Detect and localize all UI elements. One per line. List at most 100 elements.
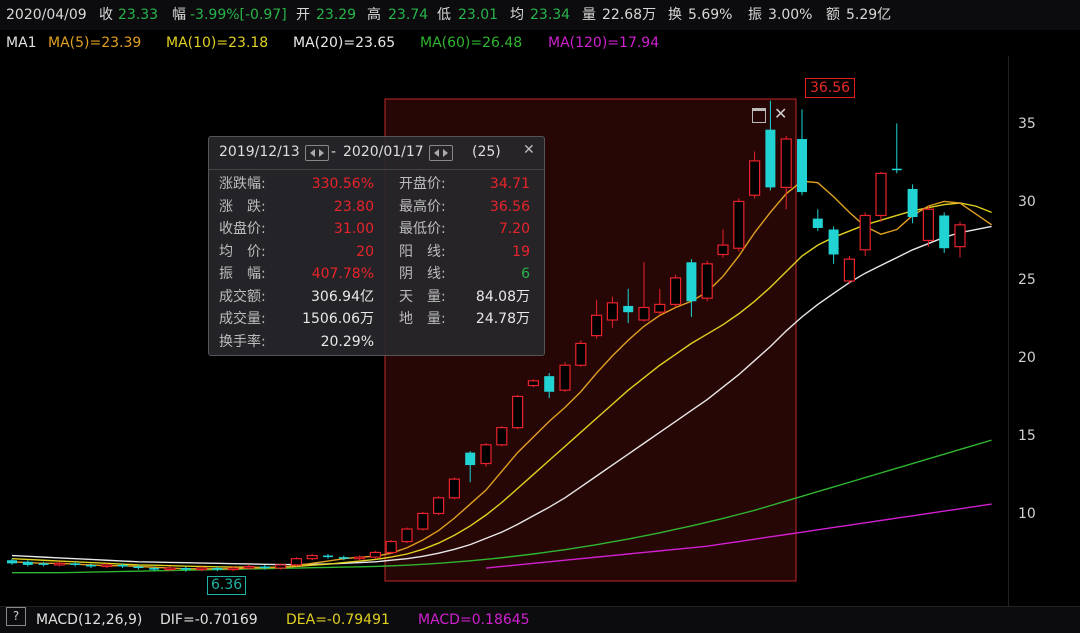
candle-body [259,566,270,569]
candle-body [669,277,682,306]
macd-value: MACD=0.18645 [418,612,530,628]
macd-bar: ? MACD(12,26,9) DIF=-0.70169 DEA=-0.7949… [0,606,1080,633]
candle-body [480,444,492,465]
candle-body [812,218,823,228]
candle[interactable] [843,256,856,285]
candle[interactable] [797,109,807,196]
stats-value: 36.56 [489,198,530,215]
start-date-stepper[interactable] [305,145,329,161]
candle[interactable] [306,554,318,561]
candle-body [275,564,287,569]
stats-label: 地 量: [399,311,446,327]
stats-row: 涨 跌: 23.80 最高价: 36.56 [209,196,544,218]
range-stats-popup: 2019/12/13 - 2020/01/17 (25) ✕ 涨跌幅: 330.5… [208,136,545,356]
candle[interactable] [701,260,713,302]
macd-indicator-name[interactable]: MACD(12,26,9) [36,607,142,633]
high-value: 23.74 [388,7,429,23]
stats-value: 24.78万 [475,311,530,327]
candle[interactable] [323,554,333,559]
candle[interactable] [433,496,445,515]
candle-body [117,564,128,567]
candle-body [939,215,950,249]
candle-body [306,554,318,560]
candle[interactable] [527,379,540,388]
candle[interactable] [480,443,492,467]
candle-body [748,160,761,196]
candle[interactable] [559,362,571,392]
help-button[interactable]: ? [6,607,26,626]
candle[interactable] [496,426,508,447]
maximize-icon[interactable] [752,108,766,123]
y-tick-25: 25 [1018,272,1036,288]
candle[interactable] [369,550,381,559]
selection-controls: ✕ [752,104,792,124]
candle[interactable] [448,477,460,500]
candle-body [843,258,856,282]
candle[interactable] [891,123,902,174]
stats-label: 换手率: [219,333,266,350]
candle-body [149,568,160,570]
candle[interactable] [53,561,66,567]
end-date[interactable]: 2020/01/17 [343,144,424,160]
candle-body [101,564,113,568]
candle-body [559,364,571,391]
y-tick-30: 30 [1018,194,1036,210]
candle[interactable] [575,340,587,367]
candle[interactable] [385,539,397,554]
stats-row: 换手率: 20.29% [209,331,544,353]
open-label: 开 [296,7,310,23]
candle[interactable] [22,560,33,567]
close-icon[interactable]: ✕ [774,104,787,123]
candle-body [401,528,413,543]
candle[interactable] [859,212,871,257]
stats-value: 19 [512,243,530,260]
candle[interactable] [922,206,935,247]
candle[interactable] [417,511,429,531]
candle[interactable] [733,198,745,252]
candle[interactable] [812,209,823,232]
ma20-value: MA(20)=23.65 [293,35,396,51]
candle[interactable] [828,226,839,264]
popup-close-icon[interactable]: ✕ [523,142,535,158]
close-value: 23.33 [118,7,159,23]
candle-body [954,224,966,248]
ma-group-name[interactable]: MA1 [6,30,37,56]
candle[interactable] [954,221,966,258]
candle[interactable] [669,274,682,308]
stats-label: 阳 线: [399,243,446,260]
candle[interactable] [907,184,918,224]
ma10-value: MA(10)=23.18 [166,35,269,51]
candle-body [164,567,176,571]
stats-label: 收盘价: [219,221,266,237]
stats-value: 1506.06万 [302,311,374,327]
candle-body [212,568,223,570]
stats-label: 均 价: [219,243,266,260]
stats-label: 天 量: [399,288,446,305]
candle-body [780,138,792,189]
stats-value: 20 [356,243,374,260]
stats-label: 开盘价: [399,176,446,192]
amplitude-label: 振 [748,7,762,23]
amount-label: 额 [826,7,840,23]
end-date-stepper[interactable] [429,145,453,161]
candle-body [623,305,634,313]
candle[interactable] [875,171,887,222]
candle[interactable] [511,394,524,430]
candle-body [7,560,17,564]
candle-body [243,565,255,569]
start-date[interactable]: 2019/12/13 [219,144,300,160]
candle[interactable] [7,558,17,565]
amplitude-value: 3.00% [768,7,813,23]
change-label: 幅 [172,7,186,23]
y-tick-15: 15 [1018,428,1036,444]
quote-info-bar: 2020/04/09 收 23.33 幅 -3.99%[-0.97] 开 23.… [0,0,1080,30]
candle-body [70,563,81,565]
stats-label: 成交量: [219,311,266,327]
candle[interactable] [939,212,950,253]
stats-value: 23.80 [333,198,374,215]
day-count: (25) [472,144,501,160]
candle-body [654,303,666,313]
candle-body [686,262,697,302]
candle[interactable] [290,557,302,567]
candle[interactable] [401,527,413,544]
